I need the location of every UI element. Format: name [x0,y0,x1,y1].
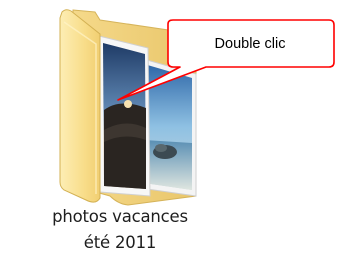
callout-label: Double clic [214,36,286,52]
folder-name-line2: été 2011 [83,233,157,252]
folder-name-line1: photos vacances [52,207,188,226]
folder-item[interactable]: Double clic photos vacances été 2011 [0,0,361,275]
folder-front-panel [59,9,101,203]
folder-name[interactable]: photos vacances été 2011 [30,204,210,256]
photo-sunset [98,35,151,197]
